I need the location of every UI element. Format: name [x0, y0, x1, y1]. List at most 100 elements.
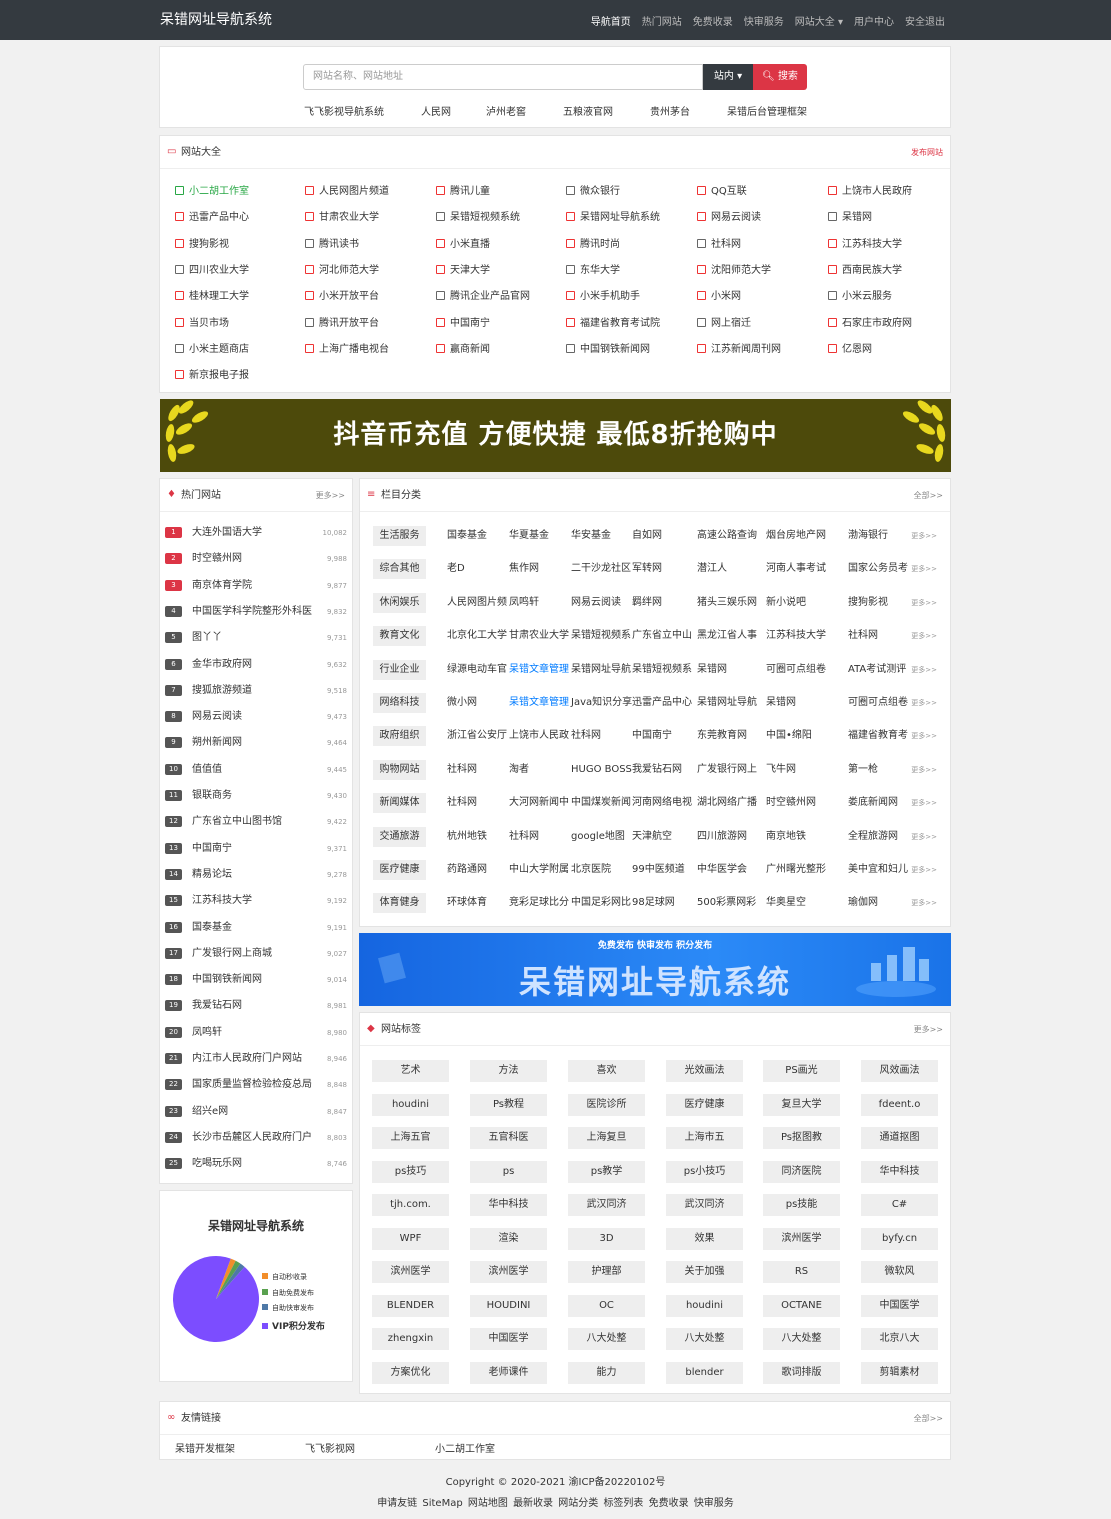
- category-site-link[interactable]: 华奥星空: [766, 893, 806, 913]
- site-link[interactable]: 腾讯读书: [305, 235, 359, 250]
- site-link[interactable]: 石家庄市政府网: [828, 314, 912, 329]
- site-link[interactable]: 搜狗影视: [175, 235, 229, 250]
- tag-chip[interactable]: ps教学: [568, 1160, 645, 1183]
- category-site-link[interactable]: 98足球网: [632, 893, 675, 913]
- site-link[interactable]: 当贝市场: [175, 314, 229, 329]
- friend-link[interactable]: 飞飞影视网: [305, 1440, 355, 1455]
- hot-site-row[interactable]: 14 精易论坛 9,278: [165, 862, 347, 888]
- tag-chip[interactable]: 通道抠图: [861, 1127, 938, 1149]
- category-site-link[interactable]: 社科网: [571, 726, 601, 746]
- site-link[interactable]: 微众银行: [566, 182, 620, 197]
- tag-chip[interactable]: 华中科技: [861, 1160, 938, 1183]
- category-site-link[interactable]: Java知识分享: [571, 693, 632, 713]
- tag-chip[interactable]: 八大处整: [666, 1328, 743, 1350]
- tag-chip[interactable]: 武汉同济: [568, 1194, 645, 1216]
- footer-link[interactable]: 网站地图: [468, 1498, 508, 1509]
- category-site-link[interactable]: 药路通网: [447, 860, 487, 880]
- site-link[interactable]: 新京报电子报: [175, 366, 249, 381]
- category-name[interactable]: 交通旅游: [373, 826, 426, 847]
- tag-chip[interactable]: PS画光: [763, 1060, 840, 1082]
- site-link[interactable]: 呆错短视频系统: [436, 208, 520, 223]
- footer-link[interactable]: 网站分类: [558, 1498, 598, 1509]
- category-site-link[interactable]: 南京地铁: [766, 827, 806, 847]
- category-site-link[interactable]: 湖北网络广播: [697, 793, 757, 813]
- footer-link[interactable]: 最新收录: [513, 1498, 553, 1509]
- site-link[interactable]: 东华大学: [566, 261, 620, 276]
- hot-site-row[interactable]: 12 广东省立中山图书馆 9,422: [165, 809, 347, 835]
- tag-chip[interactable]: 微软风: [861, 1261, 938, 1283]
- category-site-link[interactable]: 北京化工大学: [447, 626, 507, 646]
- category-name[interactable]: 综合其他: [373, 559, 426, 580]
- category-more-link[interactable]: 更多>>: [911, 559, 937, 579]
- category-site-link[interactable]: 美中宜和妇儿: [848, 860, 908, 880]
- site-link[interactable]: 福建省教育考试院: [566, 314, 660, 329]
- category-more-link[interactable]: 更多>>: [911, 626, 937, 646]
- tag-chip[interactable]: OCTANE: [763, 1294, 840, 1317]
- tag-chip[interactable]: 关于加强: [666, 1261, 743, 1283]
- tag-chip[interactable]: 喜欢: [568, 1060, 645, 1082]
- hot-site-row[interactable]: 1 大连外国语大学 10,082: [165, 520, 347, 546]
- hot-site-row[interactable]: 22 国家质量监督检验检疫总局 8,848: [165, 1072, 347, 1098]
- category-name[interactable]: 生活服务: [373, 526, 426, 546]
- site-link[interactable]: 河北师范大学: [305, 261, 379, 276]
- site-link[interactable]: 呆错网: [828, 208, 872, 223]
- category-more-link[interactable]: 更多>>: [911, 660, 937, 680]
- category-site-link[interactable]: 呆错网: [766, 693, 796, 713]
- hot-keyword[interactable]: 贵州茅台: [650, 103, 690, 118]
- hot-site-row[interactable]: 25 吃喝玩乐网 8,746: [165, 1151, 347, 1177]
- category-more-link[interactable]: 更多>>: [911, 793, 937, 813]
- nav-logout[interactable]: 安全退出: [905, 13, 945, 28]
- category-site-link[interactable]: 烟台房地产网: [766, 526, 826, 546]
- site-link[interactable]: 迅雷产品中心: [175, 208, 249, 223]
- tag-chip[interactable]: 复旦大学: [763, 1093, 840, 1116]
- tag-chip[interactable]: ps小技巧: [666, 1160, 743, 1183]
- category-site-link[interactable]: 杭州地铁: [447, 827, 487, 847]
- tag-chip[interactable]: C#: [861, 1194, 938, 1216]
- category-site-link[interactable]: 中国•绵阳: [766, 726, 812, 746]
- hot-site-row[interactable]: 23 绍兴e网 8,847: [165, 1099, 347, 1125]
- tag-chip[interactable]: Ps教程: [470, 1093, 547, 1116]
- category-site-link[interactable]: 河南网络电视: [632, 793, 692, 813]
- category-name[interactable]: 休闲娱乐: [373, 592, 426, 613]
- tag-chip[interactable]: ps技巧: [372, 1160, 449, 1183]
- hot-keyword[interactable]: 人民网: [421, 103, 451, 118]
- category-name[interactable]: 新闻媒体: [373, 793, 426, 814]
- search-scope-dropdown[interactable]: 站内 ▾: [703, 64, 753, 90]
- category-name[interactable]: 医疗健康: [373, 860, 426, 880]
- category-site-link[interactable]: 时空赣州网: [766, 793, 816, 813]
- category-site-link[interactable]: 高速公路查询: [697, 526, 757, 546]
- hot-site-row[interactable]: 3 南京体育学院 9,877: [165, 573, 347, 599]
- category-site-link[interactable]: 500彩票网彩: [697, 893, 756, 913]
- site-link[interactable]: 人民网图片频道: [305, 182, 389, 197]
- category-site-link[interactable]: 甘肃农业大学: [509, 626, 569, 646]
- site-link[interactable]: 上饶市人民政府: [828, 182, 912, 197]
- category-site-link[interactable]: 娄底新闻网: [848, 793, 898, 813]
- category-site-link[interactable]: 中国足彩网比: [571, 893, 631, 913]
- site-link[interactable]: 网上宿迁: [697, 314, 751, 329]
- promo-banner-system[interactable]: 免费发布 快审发布 积分发布 呆错网址导航系统: [359, 933, 951, 1006]
- category-site-link[interactable]: 凤鸣轩: [509, 593, 539, 613]
- footer-link[interactable]: SiteMap: [422, 1498, 462, 1509]
- hot-site-row[interactable]: 15 江苏科技大学 9,192: [165, 888, 347, 914]
- footer-link[interactable]: 标签列表: [603, 1498, 643, 1509]
- category-site-link[interactable]: 江苏科技大学: [766, 626, 826, 646]
- tag-chip[interactable]: 风效画法: [861, 1060, 938, 1082]
- tag-chip[interactable]: houdini: [372, 1093, 449, 1116]
- site-link[interactable]: 小二胡工作室: [175, 182, 249, 197]
- category-site-link[interactable]: 四川旅游网: [697, 827, 747, 847]
- tag-chip[interactable]: 能力: [568, 1361, 645, 1384]
- hot-site-row[interactable]: 7 搜狐旅游频道 9,518: [165, 678, 347, 704]
- category-site-link[interactable]: 呆错短视频系: [571, 626, 631, 646]
- category-site-link[interactable]: 羁绊网: [632, 593, 662, 613]
- site-link[interactable]: 中国钢铁新闻网: [566, 340, 650, 355]
- site-link[interactable]: 沈阳师范大学: [697, 261, 771, 276]
- tag-chip[interactable]: 滨州医学: [763, 1227, 840, 1250]
- category-site-link[interactable]: 广东省立中山: [632, 626, 692, 646]
- category-more-link[interactable]: 更多>>: [911, 693, 937, 713]
- category-site-link[interactable]: 老D: [447, 559, 465, 579]
- category-name[interactable]: 购物网站: [373, 759, 426, 780]
- tag-chip[interactable]: blender: [666, 1361, 743, 1384]
- footer-link[interactable]: 申请友链: [377, 1498, 417, 1509]
- category-site-link[interactable]: 国泰基金: [447, 526, 487, 546]
- category-site-link[interactable]: 呆错网址导航: [571, 660, 631, 680]
